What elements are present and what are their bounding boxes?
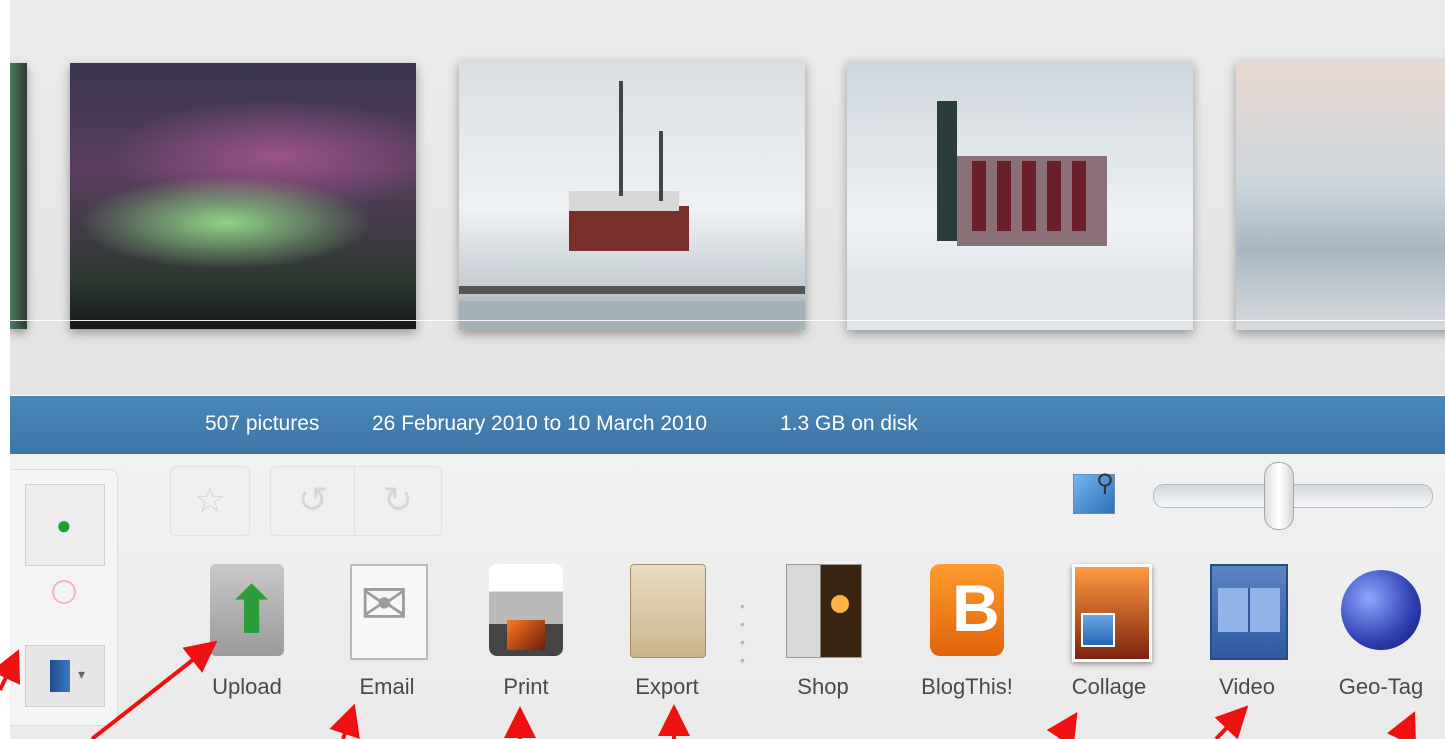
photo-thumbnail[interactable] [10, 63, 27, 329]
photo-thumbnail-aurora[interactable] [70, 63, 416, 329]
filmstrip-reflection-line [10, 320, 1445, 321]
zoom-icon: ⚲ [1073, 470, 1115, 514]
collage-label: Collage [1071, 674, 1147, 699]
blogthis-button[interactable]: BlogThis! [908, 554, 1026, 714]
globe-icon [1341, 570, 1421, 650]
email-icon [350, 564, 428, 660]
video-label: Video [1219, 674, 1275, 699]
photobook-icon [786, 564, 862, 658]
photo-filmstrip[interactable] [10, 0, 1445, 395]
star-icon: ☆ [193, 479, 227, 520]
left-edge [0, 0, 10, 739]
add-to-album-button[interactable]: ▾ [25, 645, 105, 707]
rotate-right-button[interactable]: ↻ [354, 466, 442, 536]
pushpin-icon: ● [56, 510, 72, 540]
upload-button[interactable]: Upload [188, 554, 306, 714]
zoom-slider-thumb[interactable] [1264, 462, 1295, 530]
upload-icon [210, 564, 284, 656]
toolbar-separator: • • • • [740, 598, 745, 668]
rotate-right-icon: ↻ [382, 479, 414, 520]
blogthis-label: BlogThis! [921, 674, 1013, 699]
geotag-button[interactable]: Geo-Tag [1322, 554, 1440, 714]
folder-icon [630, 564, 706, 658]
collage-icon [1072, 564, 1152, 662]
star-button[interactable]: ☆ [170, 466, 250, 536]
album-icon [50, 660, 70, 692]
photo-thumbnail-icebergs[interactable] [1236, 61, 1445, 330]
dropdown-arrow-icon: ▾ [78, 666, 86, 682]
photo-thumbnail-harbour[interactable] [847, 61, 1193, 330]
magnifier-icon: ⚲ [1096, 470, 1114, 497]
picture-count: 507 pictures [205, 412, 320, 435]
shop-button[interactable]: Shop [764, 554, 882, 714]
film-icon [1210, 564, 1288, 660]
photo-tray-panel: ● ▾ [10, 469, 118, 726]
export-button[interactable]: Export [608, 554, 726, 714]
disk-size: 1.3 GB on disk [780, 412, 918, 435]
ship-silhouette [459, 81, 805, 330]
bottom-toolbar: ● ▾ ☆ ↺ ↻ ⚲ Upload Email Print Export ••… [10, 454, 1445, 739]
print-button[interactable]: Print [467, 554, 585, 714]
print-label: Print [503, 674, 549, 699]
shop-label: Shop [797, 674, 849, 699]
video-button[interactable]: Video [1188, 554, 1306, 714]
hold-pin-button[interactable]: ● [25, 484, 105, 566]
clear-tray-button[interactable] [52, 580, 76, 604]
upload-label: Upload [212, 674, 282, 699]
collage-button[interactable]: Collage [1050, 554, 1168, 714]
export-label: Export [635, 674, 699, 699]
printer-icon [489, 564, 563, 656]
date-range: 26 February 2010 to 10 March 2010 [372, 412, 708, 435]
harbour-scene [847, 101, 1193, 330]
email-button[interactable]: Email [328, 554, 446, 714]
blogger-icon [930, 564, 1004, 656]
rotate-left-icon: ↺ [297, 479, 329, 520]
library-info-bar: 507 pictures 26 February 2010 to 10 Marc… [10, 396, 1445, 454]
photo-thumbnail-ship[interactable] [459, 61, 805, 330]
email-label: Email [359, 674, 415, 699]
geotag-label: Geo-Tag [1338, 674, 1424, 699]
rotate-left-button[interactable]: ↺ [270, 466, 356, 536]
